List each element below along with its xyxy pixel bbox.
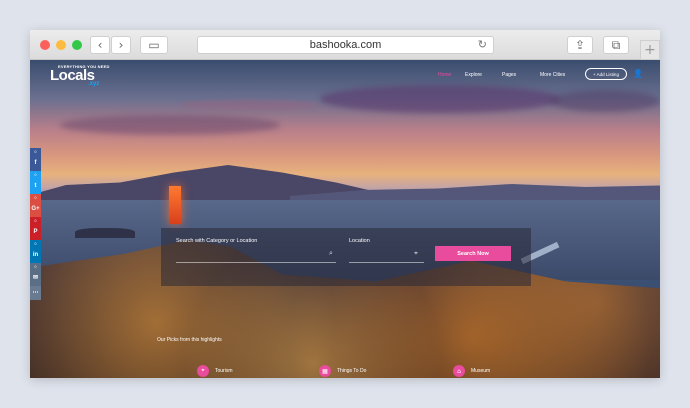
category-things-to-do[interactable]: ▦ Things To Do <box>319 364 366 378</box>
linkedin-share-button[interactable]: 0 in <box>30 240 41 263</box>
nav-explore[interactable]: Explore <box>465 72 482 78</box>
calendar-icon: ▦ <box>319 365 331 377</box>
share-count: 0 <box>34 219 37 223</box>
browser-window: ‹ › ▭ bashooka.com ↻ ⇪ ⧉ + EVERYTHING YO… <box>30 30 660 378</box>
close-window-button[interactable] <box>40 40 50 50</box>
share-count: 0 <box>34 150 37 154</box>
nav-pages[interactable]: Pages <box>502 72 516 78</box>
share-button[interactable]: ⇪ <box>567 36 593 54</box>
search-panel: Search with Category or Location ⌕ Locat… <box>161 228 531 286</box>
new-tab-button[interactable]: + <box>640 40 660 60</box>
pinterest-share-button[interactable]: 0P <box>30 217 41 240</box>
email-icon: ✉ <box>32 275 39 281</box>
browser-toolbar: ‹ › ▭ bashooka.com ↻ ⇪ ⧉ + <box>30 30 660 60</box>
facebook-share-button[interactable]: 0f <box>30 148 41 171</box>
more-icon: ⋯ <box>32 290 39 296</box>
share-count: 0 <box>34 242 37 246</box>
location-pin-icon: ⌖ <box>197 365 209 377</box>
google-plus-share-button[interactable]: 0 G+ <box>30 194 41 217</box>
plus-icon: + <box>644 42 656 58</box>
reload-icon[interactable]: ↻ <box>478 38 487 51</box>
search-icon: ⌕ <box>329 249 333 257</box>
maximize-window-button[interactable] <box>72 40 82 50</box>
email-share-button[interactable]: 0 ✉ <box>30 263 41 286</box>
share-count: 0 <box>34 196 37 200</box>
forward-icon: › <box>118 38 124 52</box>
highlights-caption: Our Picks from this highlights <box>157 337 222 343</box>
category-label: Tourism <box>215 368 233 374</box>
category-search-input[interactable] <box>176 247 336 263</box>
share-count: 0 <box>34 173 37 177</box>
category-tourism[interactable]: ⌖ Tourism <box>197 364 233 378</box>
add-listing-button[interactable]: + Add Listing <box>585 68 627 80</box>
sidebar-toggle-button[interactable]: ▭ <box>140 36 168 54</box>
location-label: Location <box>349 238 370 244</box>
logo-domain: .xyz <box>88 81 100 87</box>
museum-icon: ⌂ <box>453 365 465 377</box>
location-input[interactable] <box>349 247 424 263</box>
url-text: bashooka.com <box>309 39 382 51</box>
category-label: Museum <box>471 368 491 374</box>
category-museum[interactable]: ⌂ Museum <box>453 364 490 378</box>
back-button[interactable]: ‹ <box>90 36 110 54</box>
twitter-share-button[interactable]: 0t <box>30 171 41 194</box>
category-search-label: Search with Category or Location <box>176 238 258 244</box>
site-logo[interactable]: EVERYTHING YOU NEED Locals .xyz <box>48 64 118 88</box>
back-icon: ‹ <box>97 38 103 52</box>
tower <box>169 186 181 224</box>
cloud <box>180 100 320 110</box>
sidebar-icon: ▭ <box>148 38 160 52</box>
cloud <box>60 115 280 135</box>
show-tabs-button[interactable]: ⧉ <box>603 36 629 54</box>
nav-more-cities[interactable]: More Cities <box>540 72 565 78</box>
linkedin-icon: in <box>32 252 39 258</box>
social-share-bar: 0f 0t 0 G+ 0P 0 in 0 ✉ ⋯ <box>30 148 41 300</box>
location-pin-icon: ⌖ <box>414 249 418 257</box>
facebook-icon: f <box>34 160 37 166</box>
hero-section: EVERYTHING YOU NEED Locals .xyz Home Exp… <box>30 60 660 378</box>
tabs-icon: ⧉ <box>611 37 621 52</box>
google-plus-icon: G+ <box>31 206 40 212</box>
island <box>75 228 135 238</box>
more-share-button[interactable]: ⋯ <box>30 286 41 300</box>
search-now-button[interactable]: Search Now <box>435 246 511 261</box>
site-header: EVERYTHING YOU NEED Locals .xyz Home Exp… <box>30 60 660 90</box>
forward-button[interactable]: › <box>111 36 131 54</box>
minimize-window-button[interactable] <box>56 40 66 50</box>
cloud <box>550 90 660 112</box>
category-label: Things To Do <box>337 368 367 374</box>
share-icon: ⇪ <box>574 38 586 52</box>
share-count: 0 <box>34 265 37 269</box>
address-bar[interactable]: bashooka.com ↻ <box>197 36 494 54</box>
user-icon[interactable]: 👤 <box>633 69 643 79</box>
twitter-icon: t <box>34 183 37 189</box>
pinterest-icon: P <box>33 229 38 235</box>
nav-home[interactable]: Home <box>438 72 451 78</box>
